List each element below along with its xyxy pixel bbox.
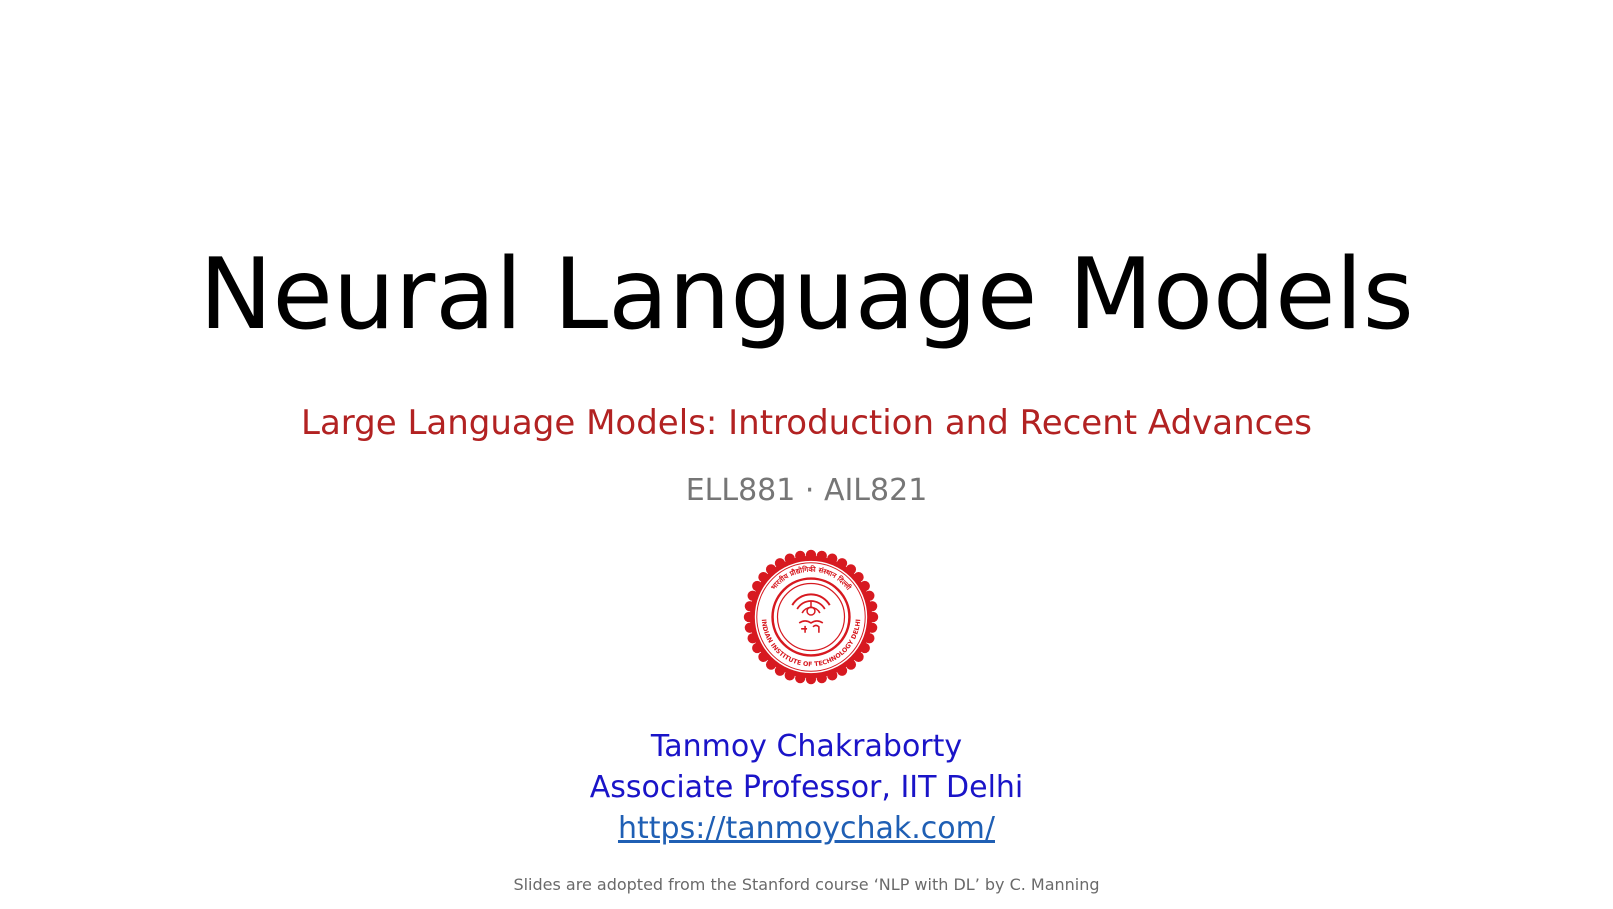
author-info: Tanmoy Chakraborty Associate Professor, … (0, 726, 1613, 849)
author-name: Tanmoy Chakraborty (650, 729, 963, 764)
author-position: Associate Professor, IIT Delhi (589, 770, 1024, 805)
title-slide: Neural Language Models Large Language Mo… (0, 0, 1613, 909)
slide-footnote: Slides are adopted from the Stanford cou… (513, 875, 1100, 894)
course-codes: ELL881 · AIL821 (685, 473, 928, 508)
slide-title: Neural Language Models (199, 238, 1414, 352)
iit-delhi-seal-icon: भारतीय प्रौद्योगिकी संस्थान दिल्ली INDIA… (743, 549, 879, 685)
slide-subtitle: Large Language Models: Introduction and … (301, 403, 1312, 443)
author-website-link[interactable]: https://tanmoychak.com/ (618, 811, 995, 846)
